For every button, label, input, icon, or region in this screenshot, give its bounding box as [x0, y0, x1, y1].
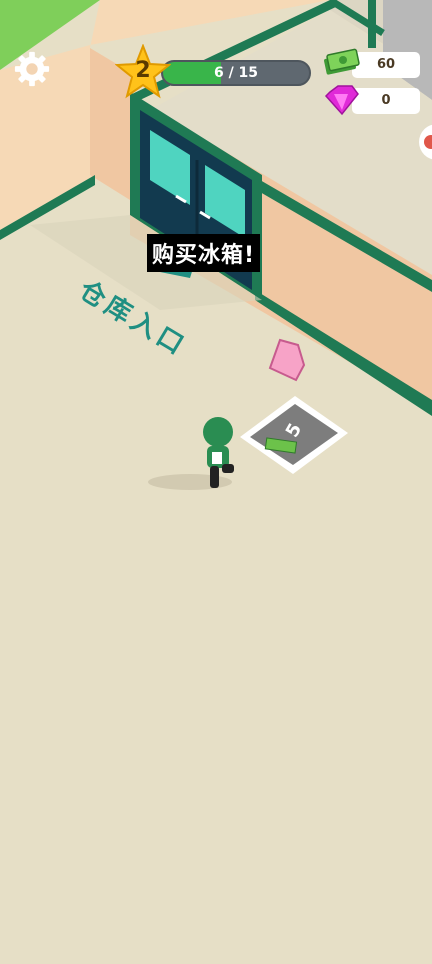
- level-widget: 6 / 15 2: [115, 44, 315, 100]
- cash-value: 60: [376, 57, 396, 72]
- gem-icon: [324, 85, 359, 116]
- purchase-prompt-label: 购买冰箱!: [147, 234, 261, 272]
- cash-counter: 60: [324, 48, 420, 78]
- gem-counter: 0: [324, 85, 420, 116]
- player-leg-left: [210, 466, 219, 488]
- xp-text: 6 / 15: [213, 65, 259, 81]
- cash-icon: [324, 48, 360, 75]
- pink-item[interactable]: [268, 338, 306, 382]
- player-leg-right: [222, 464, 234, 473]
- player-head: [203, 417, 233, 447]
- game-scene: [0, 0, 432, 490]
- settings-gear-icon[interactable]: [13, 50, 51, 88]
- player-shirt: [212, 452, 222, 464]
- player-shadow: [148, 474, 232, 490]
- level-number: 2: [135, 58, 151, 83]
- xp-bar: 6 / 15: [161, 60, 311, 86]
- gem-value: 0: [381, 93, 391, 108]
- side-menu-icon[interactable]: [417, 122, 432, 162]
